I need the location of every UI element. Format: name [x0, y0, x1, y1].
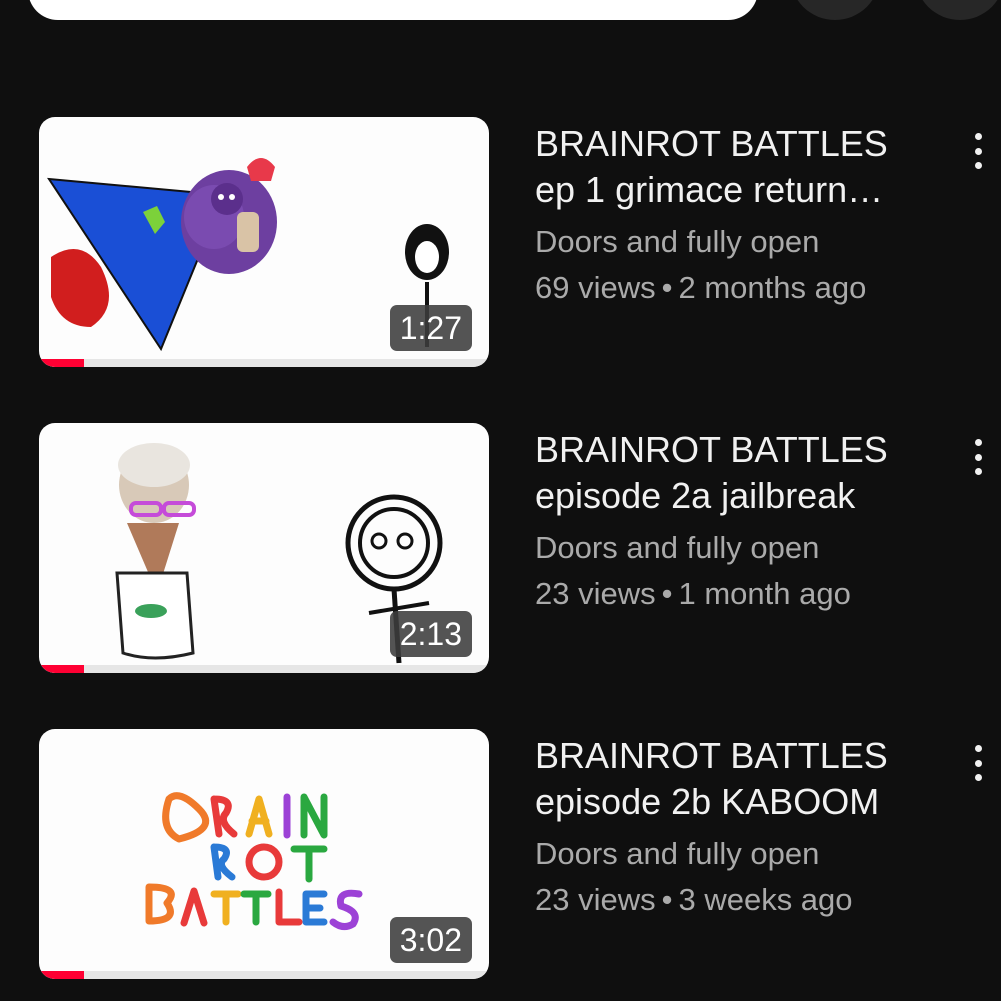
video-duration: 2:13 [389, 611, 472, 657]
view-count: 23 views [535, 882, 656, 917]
video-meta: 23 views • 3 weeks ago [535, 877, 935, 923]
video-thumbnail[interactable]: 3:02 [39, 729, 489, 979]
meta-separator: • [661, 270, 673, 305]
channel-name[interactable]: Doors and fully open [535, 831, 935, 877]
video-title-line[interactable]: ep 1 grimace return… [535, 167, 915, 213]
watch-progress-fill [39, 665, 84, 673]
video-title-line[interactable]: episode 2a jailbreak [535, 473, 915, 519]
video-thumbnail[interactable]: 1:27 [39, 117, 489, 367]
more-vert-icon[interactable] [962, 435, 994, 479]
video-duration: 1:27 [389, 305, 472, 351]
video-thumbnail[interactable]: 2:13 [39, 423, 489, 673]
channel-name[interactable]: Doors and fully open [535, 219, 935, 265]
view-count: 69 views [535, 270, 656, 305]
meta-separator: • [661, 576, 673, 611]
watch-progress-track [39, 665, 489, 673]
watch-progress-track [39, 359, 489, 367]
video-info[interactable]: BRAINROT BATTLES episode 2a jailbreak Do… [535, 427, 935, 617]
upload-age: 1 month ago [678, 576, 851, 611]
upload-age: 2 months ago [678, 270, 867, 305]
video-info[interactable]: BRAINROT BATTLES ep 1 grimace return… Do… [535, 121, 935, 311]
view-count: 23 views [535, 576, 656, 611]
channel-name[interactable]: Doors and fully open [535, 525, 935, 571]
search-bar[interactable] [28, 0, 758, 20]
video-meta: 23 views • 1 month ago [535, 571, 935, 617]
video-title-line[interactable]: episode 2b KABOOM [535, 779, 915, 825]
top-action-button[interactable] [915, 0, 1001, 20]
meta-separator: • [661, 882, 673, 917]
video-duration: 3:02 [389, 917, 472, 963]
video-item[interactable]: 3:02 BRAINROT BATTLES episode 2b KABOOM … [0, 729, 1001, 981]
more-vert-icon[interactable] [962, 129, 994, 173]
video-item[interactable]: 1:27 BRAINROT BATTLES ep 1 grimace retur… [0, 117, 1001, 369]
video-info[interactable]: BRAINROT BATTLES episode 2b KABOOM Doors… [535, 733, 935, 923]
video-meta: 69 views • 2 months ago [535, 265, 935, 311]
watch-progress-track [39, 971, 489, 979]
watch-progress-fill [39, 971, 84, 979]
video-title-line[interactable]: BRAINROT BATTLES [535, 733, 915, 779]
video-title-line[interactable]: BRAINROT BATTLES [535, 121, 915, 167]
voice-search-button[interactable] [790, 0, 880, 20]
video-title-line[interactable]: BRAINROT BATTLES [535, 427, 915, 473]
more-vert-icon[interactable] [962, 741, 994, 785]
upload-age: 3 weeks ago [678, 882, 853, 917]
watch-progress-fill [39, 359, 84, 367]
video-item[interactable]: 2:13 BRAINROT BATTLES episode 2a jailbre… [0, 423, 1001, 675]
